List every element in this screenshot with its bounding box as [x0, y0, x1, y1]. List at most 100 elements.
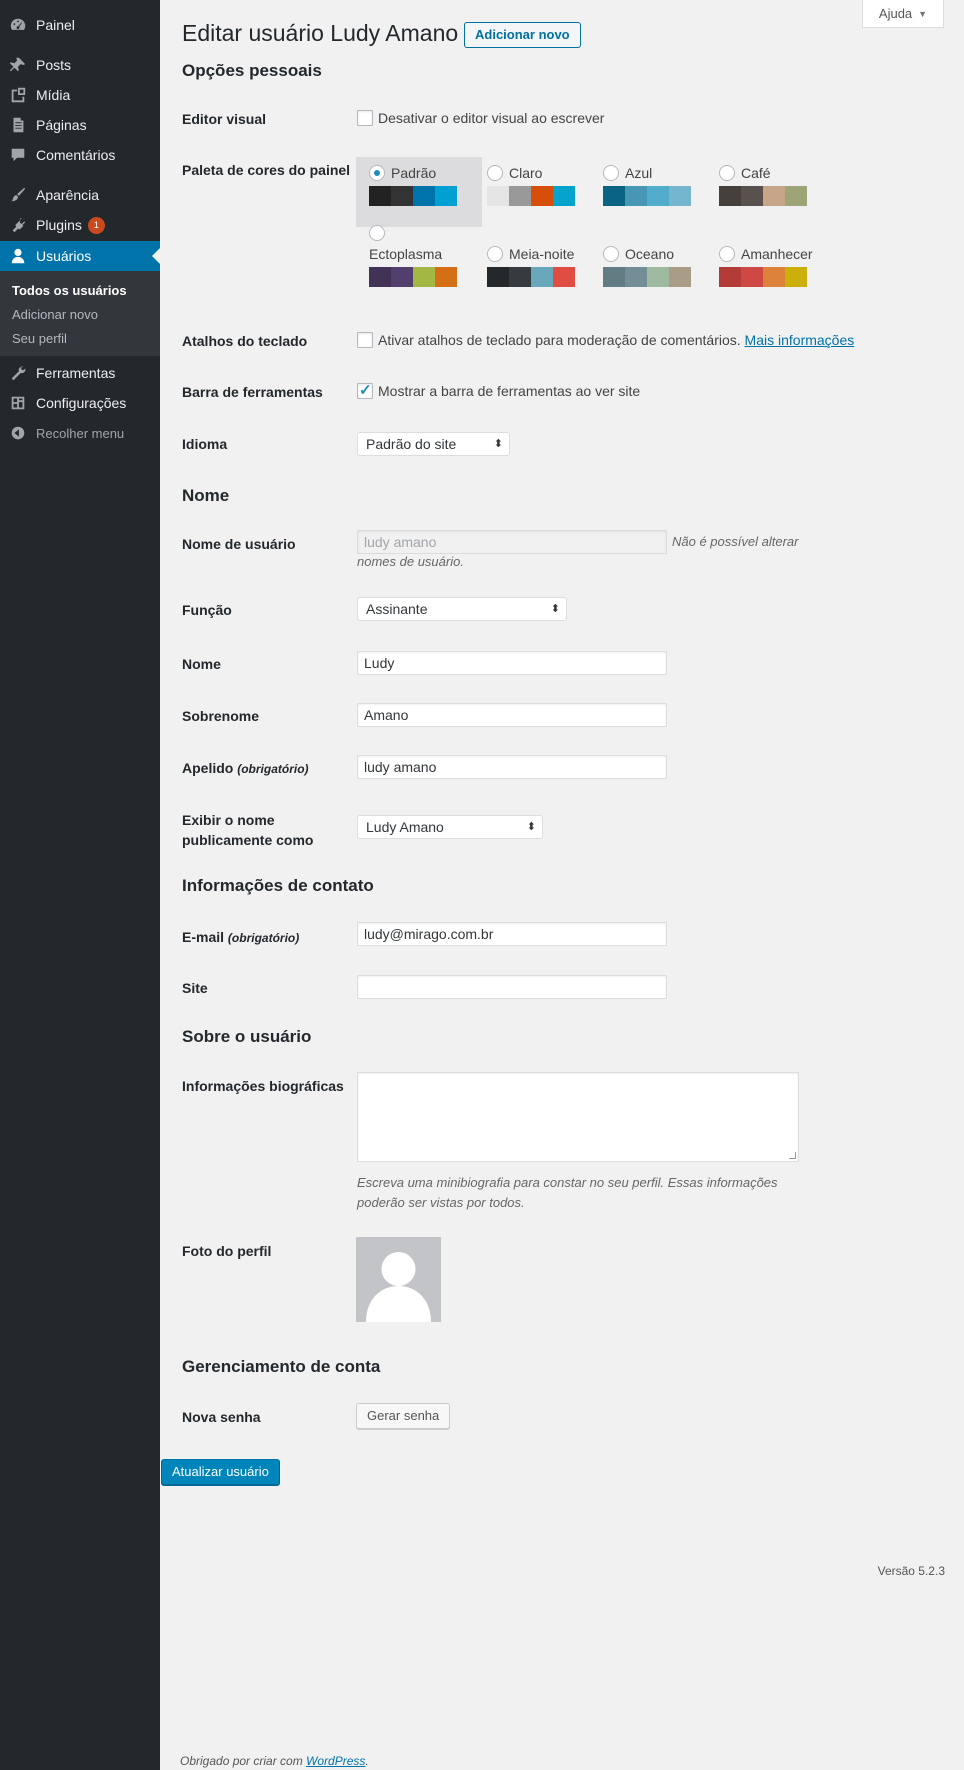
avatar — [356, 1237, 441, 1322]
menu-label: Páginas — [36, 117, 87, 133]
bio-textarea[interactable] — [357, 1072, 799, 1162]
disable-visual-editor-checkbox[interactable] — [357, 110, 373, 126]
role-select[interactable]: Assinante — [357, 597, 567, 621]
comment-icon — [0, 146, 36, 164]
menu-tools[interactable]: Ferramentas — [0, 358, 160, 388]
more-info-link[interactable]: Mais informações — [745, 332, 855, 348]
display-name-select[interactable]: Ludy Amano — [357, 815, 543, 839]
section-account-management: Gerenciamento de conta — [182, 1357, 381, 1376]
swatch — [531, 186, 553, 206]
keyboard-shortcuts-label: Atalhos do teclado — [182, 333, 308, 349]
scheme-swatches — [719, 186, 807, 206]
swatch — [669, 186, 691, 206]
wordpress-link[interactable]: WordPress — [306, 1754, 365, 1768]
email-label: E-mail (obrigatório) — [182, 927, 382, 948]
new-password-label: Nova senha — [182, 1409, 261, 1425]
swatch — [369, 186, 391, 206]
scheme-swatches — [719, 267, 807, 287]
scheme-swatches — [603, 267, 691, 287]
scheme-radio[interactable] — [487, 246, 503, 262]
media-icon — [0, 86, 36, 104]
role-label: Função — [182, 602, 232, 618]
swatch — [741, 267, 763, 287]
show-toolbar-text: Mostrar a barra de ferramentas ao ver si… — [378, 383, 641, 399]
show-toolbar-checkbox[interactable] — [357, 381, 373, 399]
website-label: Site — [182, 980, 208, 996]
help-tab-button[interactable]: Ajuda ▼ — [862, 0, 944, 28]
menu-settings[interactable]: Configurações — [0, 388, 160, 418]
color-scheme-option[interactable]: Amanhecer — [706, 238, 832, 308]
first-name-input[interactable]: Ludy — [357, 651, 667, 675]
disable-visual-editor-text: Desativar o editor visual ao escrever — [378, 110, 605, 126]
color-scheme-option[interactable]: Meia-noite — [474, 238, 600, 308]
keyboard-shortcuts-description: Ativar atalhos de teclado para moderação… — [378, 332, 741, 348]
footer-period: . — [365, 1754, 369, 1768]
profile-photo-label: Foto do perfil — [182, 1243, 272, 1259]
scheme-swatches — [369, 267, 457, 287]
swatch — [509, 186, 531, 206]
section-contact-info: Informações de contato — [182, 876, 374, 895]
scheme-swatches — [487, 267, 575, 287]
add-new-user-button[interactable]: Adicionar novo — [464, 22, 581, 48]
submenu-your-profile[interactable]: Seu perfil — [12, 331, 67, 346]
swatch — [531, 267, 553, 287]
menu-posts[interactable]: Posts — [0, 50, 160, 80]
users-submenu: Todos os usuários Adicionar novo Seu per… — [0, 271, 160, 356]
color-scheme-option[interactable]: Azul — [590, 157, 716, 227]
scheme-radio[interactable] — [603, 246, 619, 262]
generate-password-button[interactable]: Gerar senha — [356, 1403, 451, 1429]
nickname-input[interactable]: ludy amano — [357, 755, 667, 779]
settings-icon — [0, 394, 36, 412]
menu-label: Comentários — [36, 147, 116, 163]
scheme-swatches — [487, 186, 575, 206]
swatch — [647, 186, 669, 206]
brush-icon — [0, 186, 36, 204]
swatch — [741, 186, 763, 206]
scheme-radio[interactable] — [719, 165, 735, 181]
swatch — [553, 267, 575, 287]
swatch — [719, 186, 741, 206]
swatch — [603, 267, 625, 287]
swatch — [413, 186, 435, 206]
color-scheme-option[interactable]: Café — [706, 157, 832, 227]
update-count-badge: 1 — [87, 216, 105, 234]
nickname-label: Apelido (obrigatório) — [182, 758, 382, 779]
menu-comments[interactable]: Comentários — [0, 140, 160, 170]
scheme-radio[interactable] — [487, 165, 503, 181]
collapse-menu-button[interactable]: Recolher menu — [0, 418, 160, 448]
scheme-swatches — [369, 186, 457, 206]
menu-appearance[interactable]: Aparência — [0, 180, 160, 210]
keyboard-shortcuts-checkbox[interactable] — [357, 332, 373, 348]
bio-description: Escreva uma minibiografia para constar n… — [357, 1175, 778, 1210]
menu-dashboard[interactable]: Painel — [0, 10, 160, 40]
menu-label: Posts — [36, 57, 72, 73]
last-name-input[interactable]: Amano — [357, 703, 667, 727]
email-input[interactable]: ludy@mirago.com.br — [357, 922, 667, 946]
menu-media[interactable]: Mídia — [0, 80, 160, 110]
submenu-add-new[interactable]: Adicionar novo — [12, 307, 98, 322]
update-user-button[interactable]: Atualizar usuário — [161, 1459, 280, 1485]
color-scheme-label: Paleta de cores do painel — [182, 162, 351, 178]
section-name: Nome — [182, 486, 230, 505]
color-scheme-option[interactable]: Claro — [474, 157, 600, 227]
submenu-all-users[interactable]: Todos os usuários — [12, 283, 127, 298]
menu-label: Aparência — [36, 187, 100, 203]
color-scheme-option[interactable]: Oceano — [590, 238, 716, 308]
display-name-label: Exibir o nome publicamente como — [182, 812, 314, 848]
menu-label: Usuários — [36, 248, 92, 264]
scheme-radio[interactable] — [369, 165, 385, 181]
scheme-swatches — [603, 186, 691, 206]
website-input[interactable] — [357, 975, 667, 999]
scheme-radio[interactable] — [719, 246, 735, 262]
color-scheme-option[interactable]: Padrão — [356, 157, 482, 227]
menu-pages[interactable]: Páginas — [0, 110, 160, 140]
menu-plugins[interactable]: Plugins 1 — [0, 210, 160, 240]
language-select[interactable]: Padrão do site — [357, 432, 510, 456]
menu-users[interactable]: Usuários — [0, 241, 160, 271]
scheme-radio[interactable] — [369, 225, 385, 241]
user-icon — [0, 247, 36, 265]
color-scheme-option[interactable]: Ectoplasma — [356, 222, 482, 292]
scheme-name: Claro — [509, 165, 543, 181]
scheme-radio[interactable] — [603, 165, 619, 181]
dashboard-icon — [0, 16, 36, 34]
